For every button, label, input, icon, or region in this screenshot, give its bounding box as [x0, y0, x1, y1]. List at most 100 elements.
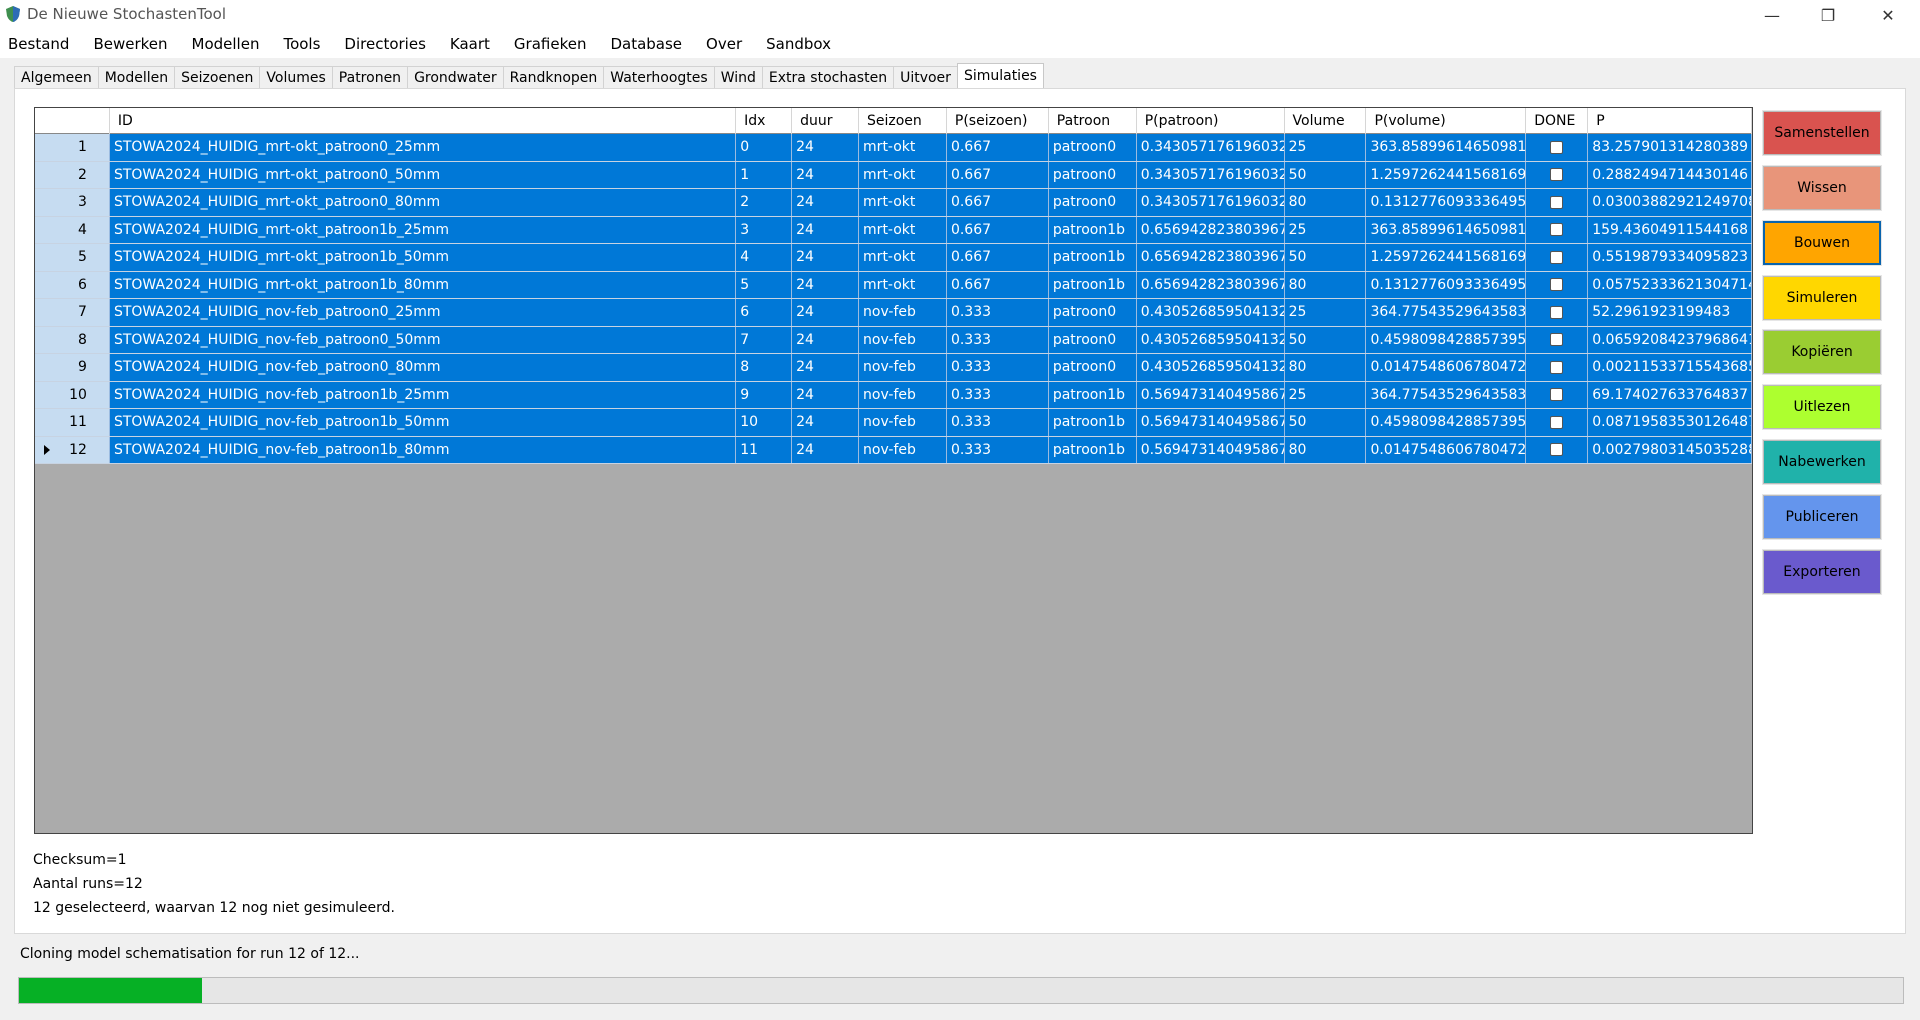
cell-seizoen[interactable]: mrt-okt: [859, 161, 947, 188]
cell-idx[interactable]: 7: [736, 326, 793, 353]
menu-database[interactable]: Database: [610, 35, 682, 53]
cell-volume[interactable]: 80: [1284, 354, 1367, 381]
cell-patroon[interactable]: patroon1b: [1048, 216, 1137, 243]
cell-volume[interactable]: 80: [1284, 271, 1367, 298]
cell-ppatroon[interactable]: 0.56947314049586772: [1136, 409, 1285, 436]
done-checkbox[interactable]: [1550, 360, 1564, 374]
cell-pseizoen[interactable]: 0.333: [946, 409, 1049, 436]
simuleren-button[interactable]: Simuleren: [1763, 276, 1881, 320]
cell-ppatroon[interactable]: 0.65694282380396729: [1136, 216, 1285, 243]
cell-idx[interactable]: 5: [736, 271, 793, 298]
table-row[interactable]: 12 STOWA2024_HUIDIG_nov-feb_patroon1b_80m…: [35, 436, 1752, 464]
cell-pvolume[interactable]: 0.014754860678047273: [1366, 436, 1527, 463]
kopieren-button[interactable]: Kopiëren: [1763, 330, 1881, 374]
cell-id[interactable]: STOWA2024_HUIDIG_nov-feb_patroon1b_50mm: [109, 409, 737, 436]
cell-pseizoen[interactable]: 0.667: [946, 189, 1049, 216]
cell-id[interactable]: STOWA2024_HUIDIG_mrt-okt_patroon1b_80mm: [109, 271, 737, 298]
column-header-seizoen[interactable]: Seizoen: [859, 108, 947, 134]
cell-pseizoen[interactable]: 0.667: [946, 244, 1049, 271]
row-header[interactable]: 6: [35, 271, 110, 298]
cell-done[interactable]: [1526, 216, 1589, 243]
cell-ppatroon[interactable]: 0.65694282380396729: [1136, 271, 1285, 298]
done-checkbox[interactable]: [1550, 415, 1564, 429]
uitlezen-button[interactable]: Uitlezen: [1763, 385, 1881, 429]
cell-id[interactable]: STOWA2024_HUIDIG_mrt-okt_patroon0_50mm: [109, 161, 737, 188]
cell-done[interactable]: [1526, 189, 1589, 216]
cell-duur[interactable]: 24: [792, 354, 860, 381]
cell-done[interactable]: [1526, 134, 1589, 161]
cell-duur[interactable]: 24: [792, 299, 860, 326]
cell-ppatroon[interactable]: 0.43052685950413228: [1136, 354, 1285, 381]
cell-p[interactable]: 83.257901314280389: [1588, 134, 1752, 161]
table-row[interactable]: 7 STOWA2024_HUIDIG_nov-feb_patroon0_25mm 6…: [35, 299, 1752, 327]
cell-duur[interactable]: 24: [792, 189, 860, 216]
cell-volume[interactable]: 50: [1284, 326, 1367, 353]
cell-seizoen[interactable]: mrt-okt: [859, 134, 947, 161]
cell-idx[interactable]: 3: [736, 216, 793, 243]
tab-extra-stochasten[interactable]: Extra stochasten: [761, 66, 895, 88]
cell-id[interactable]: STOWA2024_HUIDIG_mrt-okt_patroon1b_50mm: [109, 244, 737, 271]
cell-seizoen[interactable]: nov-feb: [859, 436, 947, 463]
cell-ppatroon[interactable]: 0.43052685950413228: [1136, 326, 1285, 353]
cell-pvolume[interactable]: 0.45980984288573956: [1366, 326, 1527, 353]
done-checkbox[interactable]: [1550, 168, 1564, 182]
cell-patroon[interactable]: patroon1b: [1048, 436, 1137, 463]
done-checkbox[interactable]: [1550, 223, 1564, 237]
cell-idx[interactable]: 1: [736, 161, 793, 188]
cell-pvolume[interactable]: 1.2597262441568169: [1366, 244, 1527, 271]
cell-ppatroon[interactable]: 0.65694282380396729: [1136, 244, 1285, 271]
column-header-p[interactable]: P: [1588, 108, 1752, 134]
cell-volume[interactable]: 80: [1284, 189, 1367, 216]
cell-idx[interactable]: 0: [736, 134, 793, 161]
row-header[interactable]: 10: [35, 381, 110, 408]
cell-p[interactable]: 159.43604911544168: [1588, 216, 1752, 243]
cell-done[interactable]: [1526, 244, 1589, 271]
cell-pvolume[interactable]: 363.85899614650981: [1366, 216, 1527, 243]
cell-pseizoen[interactable]: 0.333: [946, 354, 1049, 381]
done-checkbox[interactable]: [1550, 278, 1564, 292]
menu-grafieken[interactable]: Grafieken: [514, 35, 587, 53]
cell-pvolume[interactable]: 364.77543529643583: [1366, 299, 1527, 326]
cell-volume[interactable]: 50: [1284, 244, 1367, 271]
cell-duur[interactable]: 24: [792, 134, 860, 161]
cell-volume[interactable]: 25: [1284, 299, 1367, 326]
done-checkbox[interactable]: [1550, 195, 1564, 209]
tab-uitvoer[interactable]: Uitvoer: [893, 66, 958, 88]
close-button[interactable]: ✕: [1860, 0, 1916, 30]
cell-patroon[interactable]: patroon1b: [1048, 409, 1137, 436]
cell-patroon[interactable]: patroon0: [1048, 299, 1137, 326]
row-header[interactable]: 4: [35, 216, 110, 243]
row-header[interactable]: 11: [35, 409, 110, 436]
cell-patroon[interactable]: patroon1b: [1048, 381, 1137, 408]
row-header[interactable]: 2: [35, 161, 110, 188]
table-row[interactable]: 1 STOWA2024_HUIDIG_mrt-okt_patroon0_25mm 0…: [35, 134, 1752, 162]
cell-p[interactable]: 0.057523336213047144: [1588, 271, 1752, 298]
done-checkbox[interactable]: [1550, 140, 1564, 154]
cell-pseizoen[interactable]: 0.333: [946, 326, 1049, 353]
cell-idx[interactable]: 2: [736, 189, 793, 216]
tab-patronen[interactable]: Patronen: [331, 66, 409, 88]
cell-p[interactable]: 52.2961923199483: [1588, 299, 1752, 326]
tab-simulaties[interactable]: Simulaties: [956, 63, 1044, 88]
cell-pseizoen[interactable]: 0.333: [946, 381, 1049, 408]
cell-pvolume[interactable]: 0.13127760933364951: [1366, 189, 1527, 216]
cell-duur[interactable]: 24: [792, 244, 860, 271]
minimize-button[interactable]: —: [1744, 0, 1800, 30]
cell-p[interactable]: 0.0021153371554368545: [1588, 354, 1752, 381]
cell-done[interactable]: [1526, 436, 1589, 463]
cell-ppatroon[interactable]: 0.34305717619603271: [1136, 161, 1285, 188]
cell-pseizoen[interactable]: 0.667: [946, 161, 1049, 188]
cell-duur[interactable]: 24: [792, 216, 860, 243]
done-checkbox[interactable]: [1550, 305, 1564, 319]
column-header-volume[interactable]: Volume: [1285, 108, 1367, 134]
cell-pvolume[interactable]: 363.85899614650981: [1366, 134, 1527, 161]
cell-volume[interactable]: 25: [1284, 134, 1367, 161]
cell-seizoen[interactable]: mrt-okt: [859, 216, 947, 243]
cell-volume[interactable]: 25: [1284, 381, 1367, 408]
cell-patroon[interactable]: patroon1b: [1048, 271, 1137, 298]
cell-done[interactable]: [1526, 326, 1589, 353]
cell-idx[interactable]: 8: [736, 354, 793, 381]
cell-seizoen[interactable]: mrt-okt: [859, 244, 947, 271]
cell-pseizoen[interactable]: 0.667: [946, 216, 1049, 243]
table-row[interactable]: 4 STOWA2024_HUIDIG_mrt-okt_patroon1b_25mm…: [35, 216, 1752, 244]
